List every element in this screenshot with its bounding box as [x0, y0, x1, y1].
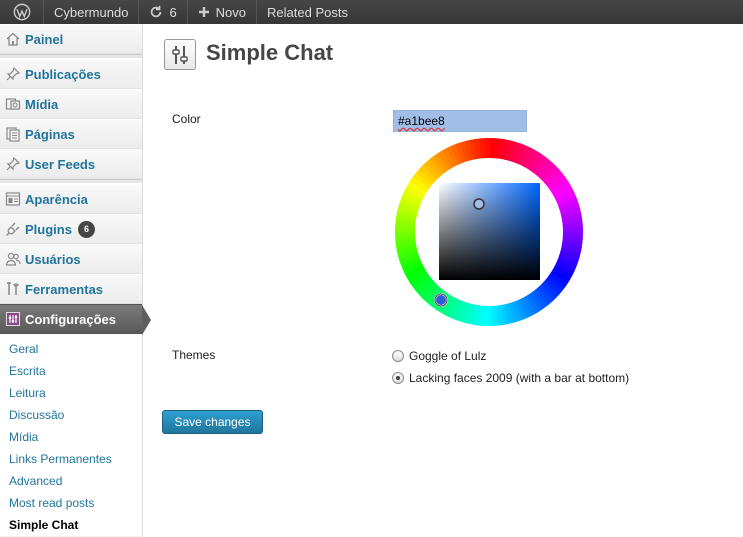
sidebar-item-painel[interactable]: Painel [0, 24, 142, 54]
sidebar-item-midia[interactable]: Mídia [0, 89, 142, 119]
sidebar-item-user-feeds[interactable]: User Feeds [0, 149, 142, 179]
new-label: Novo [215, 4, 247, 20]
plugins-update-badge: 6 [77, 220, 95, 238]
color-label: Color [172, 112, 201, 126]
submenu-item-leitura[interactable]: Leitura [0, 382, 142, 404]
refresh-icon [151, 5, 162, 18]
admin-bar: Cybermundo 6 Novo Related Posts [0, 0, 743, 24]
media-icon [4, 96, 21, 113]
sidebar-item-publicacoes[interactable]: Publicações [0, 59, 142, 89]
theme-option-label: Lacking faces 2009 (with a bar at bottom… [409, 371, 630, 385]
tools-icon [4, 281, 21, 298]
sidebar-item-ferramentas[interactable]: Ferramentas [0, 274, 142, 304]
save-changes-button[interactable]: Save changes [162, 410, 263, 434]
settings-icon [4, 311, 21, 328]
home-icon [4, 31, 21, 48]
related-posts-label: Related Posts [267, 4, 348, 20]
new-content-link[interactable]: Novo [188, 0, 258, 24]
theme-option-lacking-faces[interactable]: Lacking faces 2009 (with a bar at bottom… [392, 371, 629, 385]
sidebar-item-configuracoes[interactable]: Configurações [0, 304, 151, 335]
pushpin-icon [4, 156, 21, 173]
settings-submenu: Geral Escrita Leitura Discussão Mídia Li… [0, 334, 142, 536]
sidebar-item-label: Painel [25, 31, 64, 47]
submenu-item-links-permanentes[interactable]: Links Permanentes [0, 448, 142, 470]
sidebar-item-label: Configurações [25, 311, 117, 327]
sidebar-item-label: Usuários [25, 251, 81, 267]
submenu-item-most-read-posts[interactable]: Most read posts [0, 492, 142, 514]
admin-sidebar: Painel Publicações Mídia Páginas User Fe… [0, 24, 151, 537]
color-picker[interactable] [393, 136, 585, 331]
site-name-label: Cybermundo [54, 4, 129, 20]
plus-icon [198, 7, 209, 17]
theme-option-label: Goggle of Lulz [409, 349, 487, 363]
submenu-item-advanced[interactable]: Advanced [0, 470, 142, 492]
sidebar-item-usuarios[interactable]: Usuários [0, 244, 142, 274]
related-posts-link[interactable]: Related Posts [257, 0, 358, 24]
settings-page-icon [164, 39, 196, 70]
submenu-item-simple-chat[interactable]: Simple Chat [0, 514, 142, 536]
sidebar-item-label: Aparência [25, 191, 88, 207]
pushpin-icon [4, 66, 21, 83]
submenu-item-discussao[interactable]: Discussão [0, 404, 142, 426]
theme-radio[interactable] [392, 350, 404, 362]
sidebar-item-paginas[interactable]: Páginas [0, 119, 142, 149]
sidebar-item-label: Mídia [25, 96, 59, 112]
sidebar-item-label: User Feeds [25, 156, 96, 172]
users-icon [4, 251, 21, 268]
color-wheel[interactable] [393, 136, 585, 328]
wordpress-icon [13, 3, 30, 21]
theme-option-goggle[interactable]: Goggle of Lulz [392, 349, 486, 363]
plug-icon [4, 221, 21, 238]
main-content: Simple Chat Color #a1bee8 Themes Goggle … [143, 24, 743, 537]
updates-count: 6 [169, 4, 177, 20]
sidebar-item-plugins[interactable]: Plugins 6 [0, 214, 142, 244]
sidebar-item-label: Ferramentas [25, 281, 104, 297]
site-name-link[interactable]: Cybermundo [44, 0, 140, 24]
submenu-item-midia[interactable]: Mídia [0, 426, 142, 448]
saturation-handle[interactable] [473, 198, 485, 210]
wordpress-logo-button[interactable] [0, 0, 44, 24]
sidebar-item-label: Plugins [25, 221, 72, 237]
sidebar-item-label: Publicações [25, 66, 101, 82]
updates-link[interactable]: 6 [139, 0, 188, 24]
submenu-item-escrita[interactable]: Escrita [0, 360, 142, 382]
sidebar-item-aparencia[interactable]: Aparência [0, 184, 142, 214]
theme-radio[interactable] [392, 372, 404, 384]
sidebar-item-label: Páginas [25, 126, 75, 142]
pages-icon [4, 126, 21, 143]
appearance-icon [4, 191, 21, 208]
color-input[interactable]: #a1bee8 [393, 110, 527, 132]
page-title: Simple Chat [206, 40, 334, 65]
submenu-item-geral[interactable]: Geral [0, 338, 142, 360]
themes-label: Themes [172, 348, 216, 362]
